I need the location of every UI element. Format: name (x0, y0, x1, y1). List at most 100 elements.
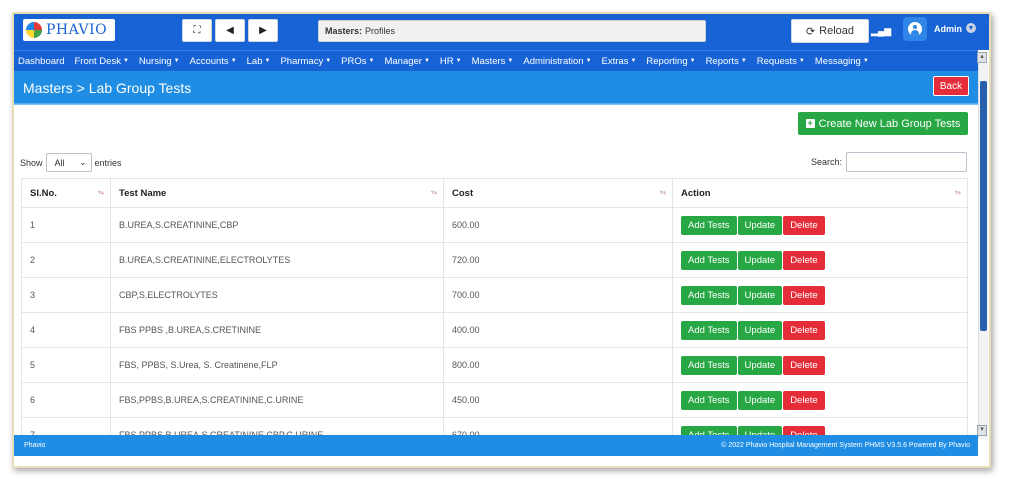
nav-item-messaging[interactable]: Messaging ▼ (815, 56, 869, 67)
add-tests-button[interactable]: Add Tests (681, 285, 737, 305)
nav-item-extras[interactable]: Extras ▼ (602, 56, 637, 67)
update-button[interactable]: Update (737, 250, 783, 270)
delete-button[interactable]: Delete (783, 390, 825, 410)
caret-down-icon: ▼ (740, 57, 747, 64)
search-input[interactable] (846, 152, 968, 172)
column-header[interactable]: Test Name ▾▴ (110, 178, 444, 208)
breadcrumb-value: Profiles (365, 26, 396, 36)
nav-item-requests[interactable]: Requests ▼ (757, 56, 805, 67)
nav-item-masters[interactable]: Masters ▼ (472, 56, 514, 67)
nav-item-pros[interactable]: PROs ▼ (341, 56, 374, 67)
add-tests-button[interactable]: Add Tests (681, 250, 737, 270)
caret-down-icon: ▼ (507, 57, 514, 64)
logo-mark-icon (26, 22, 42, 38)
vertical-scrollbar[interactable] (978, 63, 988, 439)
cell-cost: 450.00 (443, 382, 673, 418)
caret-down-icon: ▼ (325, 57, 332, 64)
cell-sl: 7 (21, 417, 111, 436)
nav-item-label: Masters (471, 55, 506, 67)
back-nav-button[interactable]: ◀ (215, 19, 245, 42)
reload-button[interactable]: ⟳ Reload (791, 19, 869, 43)
add-tests-button[interactable]: Add Tests (681, 355, 737, 375)
entries-select[interactable]: All ⌄ (45, 153, 92, 172)
nav-item-label: Messaging (814, 55, 861, 67)
column-header-label: Action (681, 187, 711, 199)
nav-item-label: Requests (756, 55, 797, 67)
column-header[interactable]: Sl.No. ▾▴ (21, 178, 111, 208)
chevron-down-icon[interactable]: ▼ (966, 23, 976, 33)
cell-cost: 700.00 (443, 277, 673, 313)
main-nav: Dashboard Front Desk ▼ Nursing ▼ Accounts ▼ Lab… (14, 50, 978, 71)
entries-length-control: Show All ⌄ entries (20, 153, 122, 172)
arrow-left-icon: ◀ (226, 25, 234, 36)
nav-item-dashboard[interactable]: Dashboard (18, 56, 64, 67)
cell-name: FBS,PPBS,B.UREA,S.CREATININE,CBP,C.URINE (110, 417, 444, 436)
update-button[interactable]: Update (737, 320, 783, 340)
plus-icon: + (805, 118, 815, 128)
cell-sl: 2 (21, 242, 111, 278)
forward-nav-button[interactable]: ▶ (248, 19, 278, 42)
scroll-up-icon[interactable]: ▴ (977, 52, 987, 63)
update-button[interactable]: Update (737, 285, 783, 305)
add-tests-button[interactable]: Add Tests (681, 320, 737, 340)
nav-item-nursing[interactable]: Nursing ▼ (139, 56, 180, 67)
nav-item-manager[interactable]: Manager ▼ (384, 56, 429, 67)
entries-label: entries (94, 157, 122, 168)
page-header: Masters > Lab Group Tests Back (14, 71, 978, 104)
arrow-right-icon: ▶ (259, 25, 267, 36)
nav-item-label: PROs (341, 55, 367, 67)
nav-item-label: HR (439, 55, 454, 67)
delete-button[interactable]: Delete (783, 215, 825, 235)
table-header-row: Sl.No. ▾▴ Test Name ▾▴ Cost ▾▴ Action ▾▴ (21, 178, 968, 208)
nav-item-label: Administration (523, 55, 584, 67)
nav-item-administration[interactable]: Administration ▼ (523, 56, 591, 67)
footer-copyright: © 2022 Phavio Hospital Management System… (721, 442, 970, 449)
cell-sl: 5 (21, 347, 111, 383)
app-logo[interactable]: PHAVIO (23, 19, 115, 41)
back-button[interactable]: Back (933, 76, 969, 96)
caret-down-icon: ▼ (689, 57, 696, 64)
nav-item-label: Dashboard (18, 55, 65, 67)
nav-item-accounts[interactable]: Accounts ▼ (190, 56, 237, 67)
nav-item-lab[interactable]: Lab ▼ (247, 56, 271, 67)
scroll-down-icon[interactable]: ▾ (977, 425, 987, 436)
column-header[interactable]: Action ▾▴ (672, 178, 968, 208)
update-button[interactable]: Update (737, 355, 783, 375)
cell-actions: Add Tests Update Delete (672, 207, 968, 243)
nav-item-hr[interactable]: HR ▼ (440, 56, 462, 67)
delete-button[interactable]: Delete (783, 320, 825, 340)
fullscreen-button[interactable]: ⛶ (182, 19, 212, 42)
column-header-label: Sl.No. (30, 187, 57, 199)
update-button[interactable]: Update (737, 215, 783, 235)
update-button[interactable]: Update (737, 390, 783, 410)
create-lab-group-button[interactable]: + Create New Lab Group Tests (798, 112, 968, 135)
nav-item-reports[interactable]: Reports ▼ (706, 56, 747, 67)
delete-button[interactable]: Delete (783, 285, 825, 305)
add-tests-button[interactable]: Add Tests (681, 390, 737, 410)
delete-button[interactable]: Delete (783, 250, 825, 270)
caret-down-icon: ▼ (173, 57, 180, 64)
chevron-down-icon: ⌄ (78, 157, 87, 167)
user-name[interactable]: Admin (934, 24, 962, 34)
nav-item-label: Accounts (189, 55, 229, 67)
nav-item-reporting[interactable]: Reporting ▼ (646, 56, 695, 67)
table-row: 1 B.UREA,S.CREATININE,CBP 600.00 Add Tests U… (21, 207, 968, 243)
cell-name: B.UREA,S.CREATININE,ELECTROLYTES (110, 242, 444, 278)
nav-item-front-desk[interactable]: Front Desk ▼ (74, 56, 128, 67)
delete-button[interactable]: Delete (783, 355, 825, 375)
reload-label: Reload (819, 25, 855, 37)
add-tests-button[interactable]: Add Tests (681, 215, 737, 235)
caret-down-icon: ▼ (368, 57, 375, 64)
nav-item-label: Pharmacy (280, 55, 324, 67)
cell-sl: 4 (21, 312, 111, 348)
caret-down-icon: ▼ (862, 57, 869, 64)
cell-actions: Add Tests Update Delete (672, 277, 968, 313)
cell-sl: 1 (21, 207, 111, 243)
cell-cost: 800.00 (443, 347, 673, 383)
column-header[interactable]: Cost ▾▴ (443, 178, 673, 208)
nav-item-pharmacy[interactable]: Pharmacy ▼ (280, 56, 331, 67)
scrollbar-thumb[interactable] (980, 81, 987, 331)
avatar[interactable] (903, 17, 927, 41)
logo-text: PHAVIO (46, 22, 108, 38)
table-row: 7 FBS,PPBS,B.UREA,S.CREATININE,CBP,C.URIN… (21, 417, 968, 436)
